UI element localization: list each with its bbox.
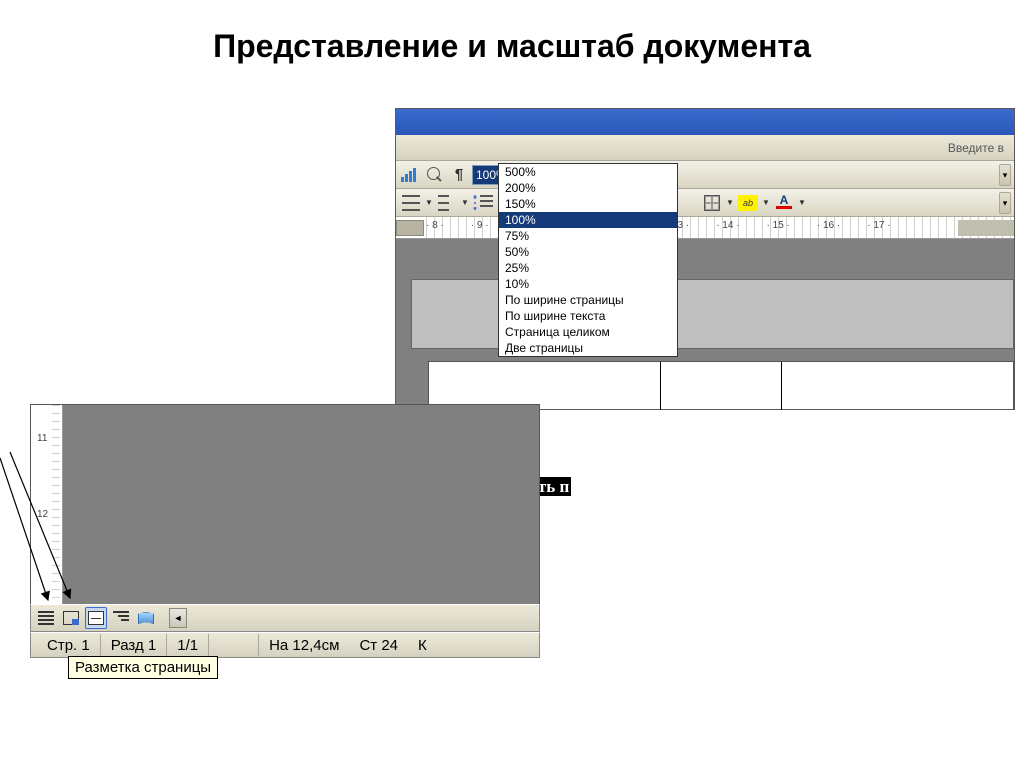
scroll-left-button[interactable]: ◄	[169, 608, 187, 628]
formatting-toolbar: ▼ ▼ ▼ ▼ ▼ A ▼ ▾	[396, 189, 1014, 217]
help-hint: Введите в	[948, 141, 1004, 155]
status-line: Ст 24	[349, 634, 408, 656]
zoom-option[interactable]: 150%	[499, 196, 677, 212]
numbered-list-icon[interactable]	[400, 192, 422, 214]
ruler-number: · 8 ·	[426, 220, 444, 231]
doc-map-icon[interactable]	[424, 164, 446, 186]
toolbar-options-icon[interactable]: ▾	[999, 192, 1011, 214]
highlight-icon[interactable]	[737, 192, 759, 214]
standard-toolbar: ¶ 100% ▼ ? Чтение ▾	[396, 161, 1014, 189]
ruler-number: · 9 ·	[471, 220, 489, 231]
ruler-right-margin[interactable]	[958, 220, 1014, 236]
titlebar	[396, 109, 1014, 135]
zoom-option[interactable]: 500%	[499, 164, 677, 180]
ruler-number: · 17 ·	[867, 220, 890, 231]
zoom-option[interactable]: 100%	[499, 212, 677, 228]
zoom-option[interactable]: 25%	[499, 260, 677, 276]
zoom-dropdown-list[interactable]: 500%200%150%100%75%50%25%10%По ширине ст…	[498, 163, 678, 357]
help-input-bar[interactable]: Введите в	[396, 135, 1014, 161]
dropdown-arrow-icon[interactable]: ▼	[424, 192, 434, 214]
print-layout-icon[interactable]	[85, 607, 107, 629]
zoom-option[interactable]: По ширине текста	[499, 308, 677, 324]
outline-view-icon[interactable]	[110, 607, 132, 629]
slide-title: Представление и масштаб документа	[0, 0, 1024, 77]
line-spacing-icon[interactable]	[472, 192, 494, 214]
ruler-number: 11	[37, 433, 47, 444]
page-gray-area	[63, 405, 539, 604]
dropdown-arrow-icon[interactable]: ▼	[725, 192, 735, 214]
word-window-bottom: 11 12 ◄ Стр. 1 Разд 1 1/1 На 12,4см Ст 2…	[30, 404, 540, 658]
ruler-number: · 14 ·	[716, 220, 739, 231]
document-area-bottom: 11 12	[30, 404, 540, 604]
normal-view-icon[interactable]	[35, 607, 57, 629]
zoom-option[interactable]: 10%	[499, 276, 677, 292]
zoom-option[interactable]: 50%	[499, 244, 677, 260]
column-divider	[781, 362, 782, 410]
ruler-tab-well[interactable]	[396, 220, 424, 236]
view-buttons-bar: ◄	[30, 604, 540, 632]
bulleted-list-icon[interactable]	[436, 192, 458, 214]
dropdown-arrow-icon[interactable]: ▼	[460, 192, 470, 214]
ruler-number: · 16 ·	[817, 220, 840, 231]
status-section: Разд 1	[101, 634, 168, 656]
zoom-option[interactable]: Две страницы	[499, 340, 677, 356]
show-formatting-icon[interactable]: ¶	[448, 164, 470, 186]
status-page: Стр. 1	[37, 634, 101, 656]
toolbar-options-icon[interactable]: ▾	[999, 164, 1011, 186]
status-page-of: 1/1	[167, 634, 209, 656]
column-divider	[660, 362, 661, 410]
font-color-icon[interactable]: A	[773, 192, 795, 214]
horizontal-ruler[interactable]: · 8 ·· 9 ·· 10 ·· 11 ·· 12 ·· 13 ·· 14 ·…	[396, 217, 1014, 239]
borders-icon[interactable]	[701, 192, 723, 214]
zoom-option[interactable]: Страница целиком	[499, 324, 677, 340]
ruler-number: · 15 ·	[767, 220, 790, 231]
dropdown-arrow-icon[interactable]: ▼	[761, 192, 771, 214]
zoom-option[interactable]: 200%	[499, 180, 677, 196]
reading-view-icon[interactable]	[135, 607, 157, 629]
zoom-option[interactable]: 75%	[499, 228, 677, 244]
zoom-option[interactable]: По ширине страницы	[499, 292, 677, 308]
callout-arrows	[0, 450, 58, 570]
status-col: К	[408, 634, 437, 656]
dropdown-arrow-icon[interactable]: ▼	[797, 192, 807, 214]
word-window-top: Введите в ¶ 100% ▼ ? Чтение ▾ 500%200%15…	[395, 108, 1015, 410]
document-area	[396, 239, 1014, 409]
tooltip: Разметка страницы	[68, 656, 218, 679]
columns-icon[interactable]	[400, 164, 422, 186]
status-bar: Стр. 1 Разд 1 1/1 На 12,4см Ст 24 К	[30, 632, 540, 658]
web-layout-icon[interactable]	[60, 607, 82, 629]
page-sheet	[428, 361, 1014, 409]
status-at: На 12,4см	[259, 634, 349, 656]
